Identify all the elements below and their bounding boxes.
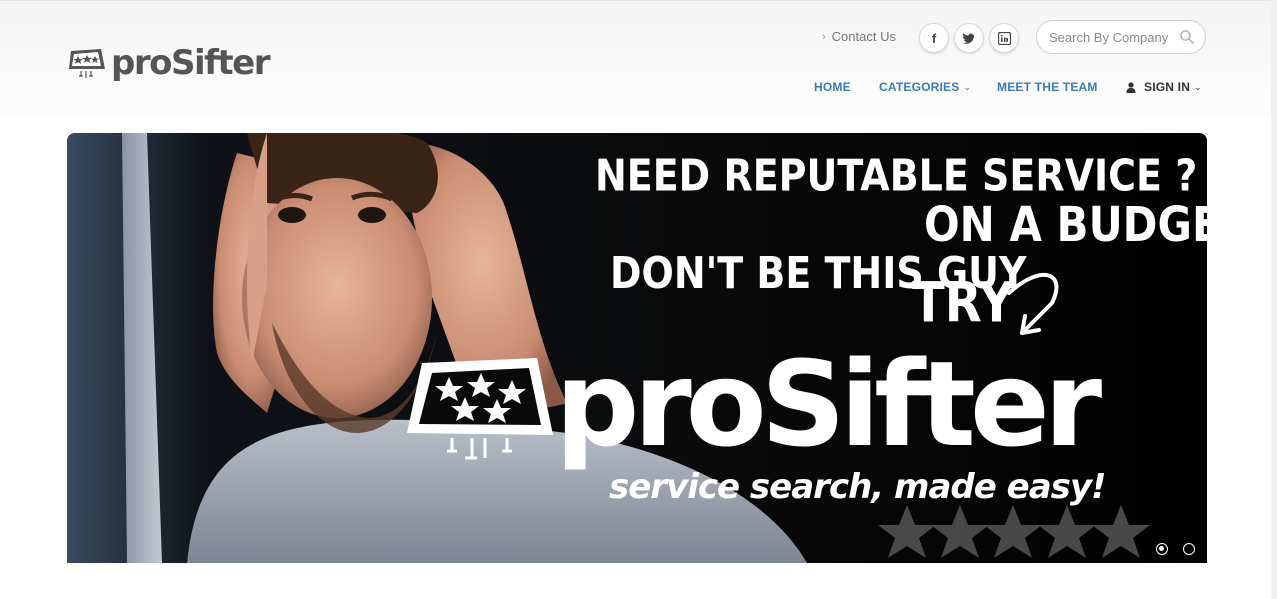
- linkedin-button[interactable]: [989, 23, 1019, 53]
- logo-carpet-icon: [69, 49, 105, 78]
- scrollbar[interactable]: [1271, 0, 1277, 599]
- site-logo[interactable]: proSifter: [67, 41, 270, 85]
- hero-line-1: NEED REPUTABLE SERVICE ?: [595, 150, 1197, 201]
- facebook-button[interactable]: f: [919, 23, 949, 53]
- nav-categories[interactable]: CATEGORIES ⌄: [879, 80, 971, 94]
- search-icon[interactable]: [1179, 29, 1195, 45]
- search-box: [1036, 20, 1206, 54]
- hero-brand: proSifter: [555, 335, 1102, 473]
- search-input[interactable]: [1049, 28, 1179, 46]
- slide-dot-1[interactable]: [1156, 543, 1168, 555]
- twitter-button[interactable]: [954, 23, 984, 53]
- nav-home-label: HOME: [814, 80, 851, 94]
- hero-tagline: service search, made easy!: [609, 467, 1106, 507]
- slide-dot-2[interactable]: [1183, 543, 1195, 555]
- hero-banner-image: NEED REPUTABLE SERVICE ? ON A BUDGET ? D…: [67, 133, 1207, 563]
- nav-categories-label: CATEGORIES: [879, 80, 960, 94]
- nav-sign-in[interactable]: SIGN IN ⌄: [1126, 80, 1202, 94]
- site-header: proSifter › Contact Us f HOME CATEGOR: [0, 0, 1277, 115]
- contact-us-label: Contact Us: [831, 29, 896, 44]
- nav-team-label: MEET THE TEAM: [997, 80, 1098, 94]
- linkedin-icon: [997, 31, 1011, 45]
- nav-home[interactable]: HOME: [814, 80, 851, 94]
- twitter-icon: [962, 33, 975, 44]
- chevron-right-icon: ›: [822, 30, 826, 43]
- facebook-icon: f: [931, 30, 937, 46]
- hero-line-4: TRY: [912, 271, 1014, 335]
- contact-us-link[interactable]: › Contact Us: [822, 29, 896, 44]
- main-nav: HOME CATEGORIES ⌄ MEET THE TEAM SIGN IN …: [0, 80, 1277, 96]
- hero-line-2: ON A BUDGET ?: [924, 196, 1207, 253]
- chevron-down-icon: ⌄: [963, 81, 972, 92]
- user-icon: [1126, 81, 1136, 93]
- nav-sign-in-label: SIGN IN: [1144, 80, 1191, 94]
- hero-slider[interactable]: NEED REPUTABLE SERVICE ? ON A BUDGET ? D…: [67, 133, 1207, 563]
- nav-meet-the-team[interactable]: MEET THE TEAM: [997, 80, 1098, 94]
- chevron-down-icon: ⌄: [1194, 81, 1202, 92]
- logo-text: proSifter: [111, 43, 270, 83]
